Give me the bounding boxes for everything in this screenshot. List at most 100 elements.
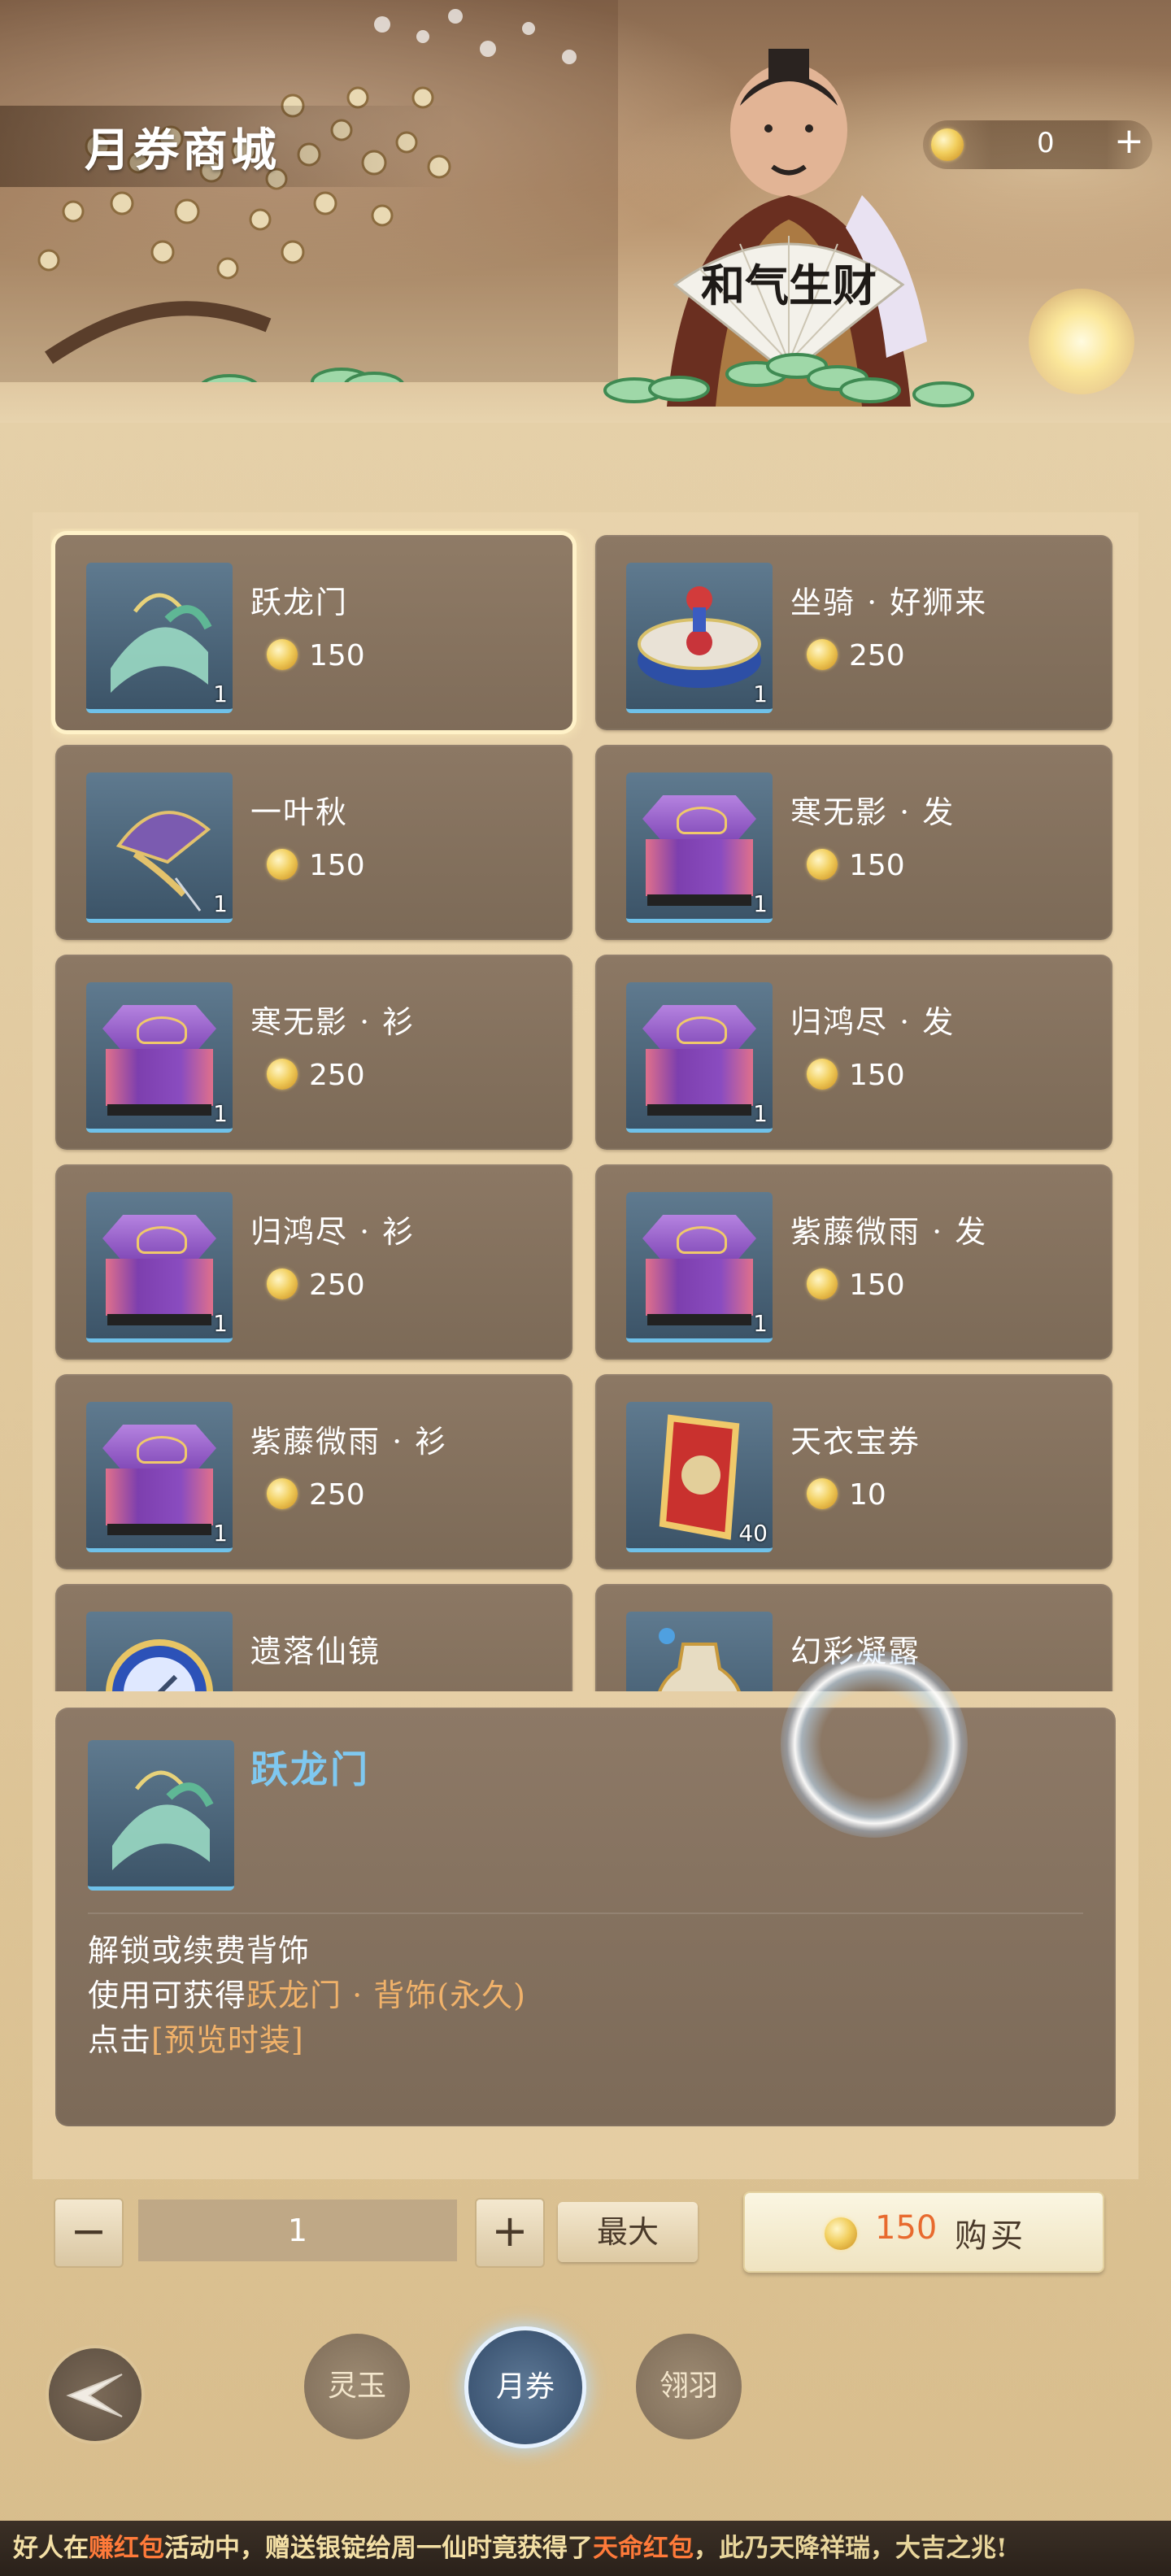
purple-chest-icon: 1 — [626, 772, 773, 923]
shop-item-card[interactable]: 1 归鸿尽 · 发 150 — [595, 955, 1112, 1150]
currency-display: 0 + — [923, 120, 1152, 169]
item-quantity: 40 — [738, 1520, 768, 1547]
purple-chest-icon: 1 — [86, 1192, 233, 1342]
shop-item-card[interactable]: 1 归鸿尽 · 衫 250 — [55, 1164, 572, 1360]
detail-line-2: 使用可获得跃龙门 · 背饰(永久) — [88, 1973, 526, 2018]
item-price: 250 — [267, 1478, 365, 1512]
detail-line-3-text: 点击 — [88, 2022, 152, 2058]
decrease-quantity-button[interactable]: − — [54, 2198, 124, 2268]
item-price-value: 10 — [849, 1478, 886, 1512]
item-name: 跃龙门 — [250, 585, 349, 620]
item-name: 寒无影 · 衫 — [250, 1004, 416, 1040]
detail-line-3: 点击[预览时装] — [88, 2018, 526, 2063]
shop-item-card[interactable]: 1 紫藤微雨 · 衫 250 — [55, 1374, 572, 1569]
item-price: 250 — [267, 1268, 365, 1302]
purple-chest-icon: 1 — [86, 982, 233, 1133]
announcement-ticker: 好人在赚红包活动中，赠送银锭给周一仙时竟获得了天命红包，此乃天降祥瑞，大吉之兆! — [0, 2521, 1171, 2576]
item-name: 紫藤微雨 · 发 — [790, 1214, 988, 1250]
jade-headpiece-icon — [112, 1770, 214, 1870]
item-price-value: 150 — [849, 849, 905, 882]
item-name: 寒无影 · 发 — [790, 794, 956, 830]
quantity-field[interactable]: 1 — [138, 2200, 457, 2261]
moon-coin-icon — [267, 1268, 298, 1299]
item-price-value: 250 — [309, 1059, 365, 1092]
item-price: 250 — [267, 1059, 365, 1092]
shop-item-card[interactable]: 1 寒无影 · 衫 250 — [55, 955, 572, 1150]
lion-drum-mount-icon: 1 — [626, 563, 773, 713]
mirror-icon — [86, 1612, 233, 1691]
item-quantity: 1 — [753, 681, 768, 707]
jade-headpiece-icon: 1 — [86, 563, 233, 713]
item-quantity: 1 — [213, 1310, 228, 1337]
item-price-value: 250 — [849, 639, 905, 672]
back-button[interactable] — [49, 2348, 141, 2441]
purple-chest-icon: 1 — [626, 1192, 773, 1342]
shop-header: 月券商城 和气生财 0 + — [0, 0, 1171, 423]
currency-amount: 0 — [1037, 127, 1055, 159]
shop-item-card[interactable]: 1 坐骑 · 好狮来 250 — [595, 535, 1112, 730]
item-name: 紫藤微雨 · 衫 — [250, 1424, 448, 1460]
max-quantity-button[interactable]: 最大 — [558, 2202, 698, 2262]
vase-icon — [626, 1612, 773, 1691]
item-quantity: 1 — [213, 890, 228, 917]
moon-coin-icon — [267, 1478, 298, 1509]
preview-outfit-link[interactable]: [预览时装] — [151, 2022, 304, 2058]
detail-line-1: 解锁或续费背饰 — [88, 1933, 311, 1969]
detail-item-name: 跃龙门 — [250, 1747, 370, 1791]
item-price: 150 — [807, 849, 905, 882]
item-name: 归鸿尽 · 发 — [790, 1004, 956, 1040]
item-price: 150 — [807, 1059, 905, 1092]
item-price: 250 — [807, 639, 905, 672]
moon-coin-icon — [807, 639, 838, 670]
item-quantity: 1 — [213, 681, 228, 707]
detail-divider — [88, 1912, 1083, 1914]
tab-lingyu[interactable]: 灵玉 — [304, 2334, 410, 2439]
purple-chest-icon: 1 — [86, 1402, 233, 1552]
item-name: 归鸿尽 · 衫 — [250, 1214, 416, 1250]
fan-text: 和气生财 — [701, 259, 877, 311]
moon-coin-icon — [267, 849, 298, 880]
moon-coin-icon — [825, 2217, 857, 2250]
lantern — [1029, 289, 1134, 394]
coin-tree-illustration — [0, 0, 618, 382]
moon-coin-icon — [807, 1059, 838, 1090]
detail-item-icon — [88, 1740, 234, 1891]
jade-discs — [603, 353, 974, 407]
detail-line-2-text: 使用可获得 — [88, 1978, 247, 2013]
item-price: 150 — [807, 1268, 905, 1302]
detail-description: 解锁或续费背饰 使用可获得跃龙门 · 背饰(永久) 点击[预览时装] — [88, 1929, 526, 2063]
shop-item-card[interactable]: 遗落仙镜 — [55, 1584, 572, 1691]
add-currency-button[interactable]: + — [1114, 120, 1144, 162]
shop-item-card[interactable]: 1 跃龙门 150 — [55, 535, 572, 730]
shop-item-card[interactable]: 40 天衣宝券 10 — [595, 1374, 1112, 1569]
glowing-orb-effect — [781, 1651, 968, 1838]
item-price-value: 150 — [849, 1059, 905, 1092]
moon-coin-icon — [807, 1478, 838, 1509]
shop-item-card[interactable]: 1 紫藤微雨 · 发 150 — [595, 1164, 1112, 1360]
moon-coin-icon — [807, 849, 838, 880]
item-grid: 1 跃龙门 150 1 坐骑 · 好狮来 250 1 一叶秋 150 1 寒无影 · 发 150 1 寒无… — [50, 529, 1121, 1691]
tab-lingyu-feather[interactable]: 翎羽 — [636, 2334, 742, 2439]
ticker-part: ，此乃天降祥瑞，大吉之兆! — [694, 2534, 1008, 2563]
ticker-part: 好人在 — [13, 2534, 89, 2563]
buy-button[interactable]: 150 购买 — [743, 2191, 1104, 2273]
item-name: 坐骑 · 好狮来 — [790, 585, 988, 620]
moon-coin-icon — [807, 1268, 838, 1299]
buy-price: 150 — [875, 2209, 938, 2247]
item-name: 遗落仙镜 — [250, 1634, 381, 1669]
item-price-value: 150 — [849, 1268, 905, 1302]
item-quantity: 1 — [753, 1310, 768, 1337]
tab-yuequan[interactable]: 月券 — [468, 2330, 582, 2444]
item-price: 10 — [807, 1478, 886, 1512]
item-price-value: 150 — [309, 849, 365, 882]
shop-item-card[interactable]: 1 寒无影 · 发 150 — [595, 745, 1112, 940]
item-name: 天衣宝券 — [790, 1424, 921, 1460]
item-price-value: 150 — [309, 639, 365, 672]
back-arrow-icon — [66, 2374, 123, 2417]
shop-item-card[interactable]: 1 一叶秋 150 — [55, 745, 572, 940]
item-price-value: 250 — [309, 1478, 365, 1512]
item-price-value: 250 — [309, 1268, 365, 1302]
item-quantity: 1 — [213, 1100, 228, 1127]
page-title: 月券商城 — [85, 124, 280, 177]
increase-quantity-button[interactable]: + — [475, 2198, 545, 2268]
